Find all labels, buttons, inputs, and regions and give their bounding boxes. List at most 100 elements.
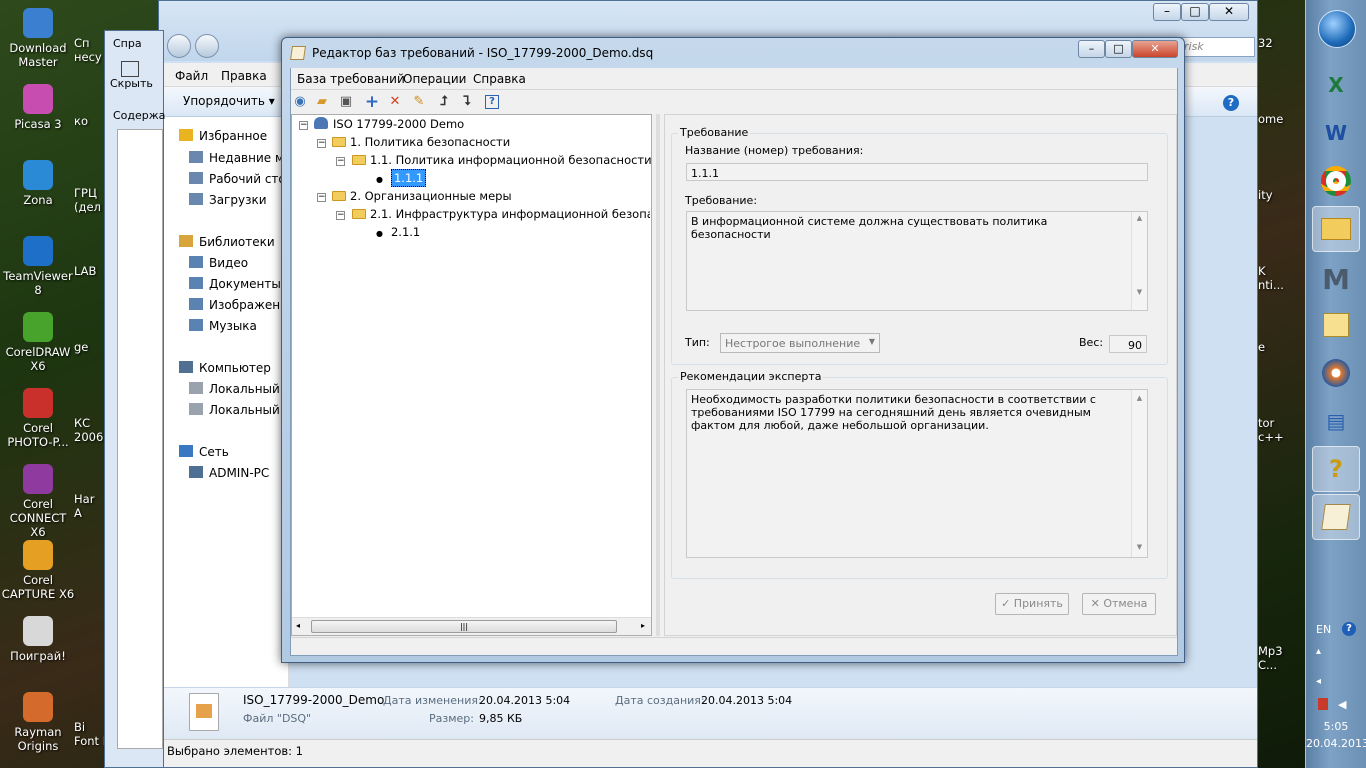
desktop-icon-4[interactable]: TeamViewer 8 [1, 236, 75, 297]
desktop-icon-2[interactable]: Picasa 3 [1, 84, 75, 131]
organize-button[interactable]: Упорядочить ▾ [183, 94, 275, 108]
desktop-icon-partial[interactable]: Mp3 C... [1258, 644, 1302, 672]
expert-text-field[interactable]: Необходимость разработки политики безопа… [686, 389, 1148, 558]
menu-database[interactable]: База требований [297, 72, 405, 86]
desktop-icon-partial[interactable]: tor c++ [1258, 416, 1302, 444]
tree-hscroll-thumb[interactable]: ||| [311, 620, 617, 633]
desktop-icon-partial[interactable]: Har A [74, 492, 108, 520]
search-input[interactable]: risk [1179, 37, 1255, 57]
clock-date[interactable]: 20.04.2013 [1306, 737, 1366, 750]
desktop-icon-partial[interactable]: ко [74, 114, 108, 128]
nav-computer[interactable]: Компьютер [179, 361, 271, 375]
requirements-tree[interactable]: − ISO 17799-2000 Demo − 1. Политика безо… [291, 114, 652, 636]
weight-field[interactable]: 90 [1109, 335, 1147, 353]
nav-drive-item[interactable]: Локальный [189, 382, 280, 396]
desktop-icon-partial[interactable]: КС 2006 [74, 416, 108, 444]
desktop-icon-10[interactable]: Rayman Origins [1, 692, 75, 753]
nav-favorite-item[interactable]: Недавние м [189, 151, 284, 165]
tray-volume-icon[interactable]: ◀ [1338, 698, 1346, 711]
tray-flag-icon[interactable]: ◂ [1316, 676, 1321, 687]
desktop-icon-partial[interactable]: Bi Font Na... [74, 720, 129, 748]
tree-hscrollbar[interactable]: ◂ ||| ▸ [292, 617, 651, 635]
desktop-icon-partial[interactable]: ity [1258, 188, 1302, 202]
nav-favorites[interactable]: Избранное [179, 129, 267, 143]
desktop-icon-partial[interactable]: ГРЦ (дел [74, 186, 108, 214]
taskbar-editor-icon[interactable] [1312, 494, 1360, 540]
save-database-icon[interactable]: ▣ [338, 94, 354, 110]
delete-icon[interactable]: ✕ [387, 94, 403, 110]
taskbar-app2-icon[interactable]: ▤ [1312, 398, 1360, 444]
taskbar-word-icon[interactable]: W [1312, 110, 1360, 156]
clock-time[interactable]: 5:05 [1306, 720, 1366, 733]
taskbar-help-icon[interactable]: ? [1312, 446, 1360, 492]
add-icon[interactable]: + [364, 94, 380, 111]
close-button[interactable]: ✕ [1132, 40, 1178, 58]
move-down-icon[interactable]: ⮧ [459, 94, 475, 110]
tray-network-icon[interactable] [1318, 698, 1328, 710]
minimize-button[interactable]: – [1078, 40, 1105, 58]
hide-button[interactable]: Скрыть [110, 61, 153, 90]
cancel-button[interactable]: ✕ Отмена [1082, 593, 1156, 615]
start-button[interactable] [1318, 10, 1356, 48]
tree-node-1-1-1[interactable]: ● 1.1.1 [376, 169, 427, 187]
desktop-icon-1[interactable]: Download Master [1, 8, 75, 69]
taskbar-excel-icon[interactable]: X [1312, 62, 1360, 108]
menu-help[interactable]: Справка [473, 72, 526, 86]
desktop-icon-partial[interactable]: 32 [1258, 36, 1302, 50]
tree-root[interactable]: ISO 17799-2000 Demo [314, 117, 464, 131]
desktop-icon-8[interactable]: Corel CAPTURE X6 [1, 540, 75, 601]
explorer-close-button[interactable]: ✕ [1209, 3, 1249, 21]
tray-expand-icon[interactable]: ▴ [1316, 646, 1321, 657]
tree-node-2-1-1[interactable]: ● 2.1.1 [376, 225, 420, 239]
menu-operations[interactable]: Операции [403, 72, 466, 86]
explorer-maximize-button[interactable]: □ [1181, 3, 1209, 21]
type-select[interactable]: Нестрогое выполнение ▼ [720, 333, 880, 353]
maximize-button[interactable]: □ [1105, 40, 1132, 58]
contents-tab[interactable]: Содержа [113, 109, 165, 122]
explorer-menu-edit[interactable]: Правка [221, 69, 267, 83]
desktop-icon-6[interactable]: Corel PHOTO-P... [1, 388, 75, 449]
tree-node-2-1[interactable]: 2.1. Инфраструктура информационной безоп… [352, 207, 650, 221]
language-indicator[interactable]: EN [1316, 623, 1331, 636]
tree-node-1-1[interactable]: 1.1. Политика информационной безопасност… [352, 153, 652, 167]
desktop-icon-3[interactable]: Zona [1, 160, 75, 207]
nav-favorite-item[interactable]: Рабочий сто [189, 172, 286, 186]
tray-help-icon[interactable]: ? [1342, 622, 1356, 636]
explorer-minimize-button[interactable]: – [1153, 3, 1181, 21]
nav-library-item[interactable]: Изображен [189, 298, 280, 312]
forward-button[interactable] [195, 34, 219, 58]
explorer-menu-file[interactable]: Файл [175, 69, 208, 83]
desktop-icon-partial[interactable]: LAB [74, 264, 108, 278]
tree-node-2[interactable]: 2. Организационные меры [332, 189, 512, 203]
tree-node-1[interactable]: 1. Политика безопасности [332, 135, 510, 149]
accept-button[interactable]: ✓ Принять [995, 593, 1069, 615]
desktop-icon-partial[interactable]: ome [1258, 112, 1302, 126]
desktop-icon-7[interactable]: Corel CONNECT X6 [1, 464, 75, 539]
new-database-icon[interactable]: ◉ [292, 94, 308, 110]
nav-library-item[interactable]: Музыка [189, 319, 257, 333]
nav-library-item[interactable]: Документы [189, 277, 281, 291]
help-icon[interactable]: ? [485, 95, 499, 109]
move-up-icon[interactable]: ⮥ [436, 94, 452, 110]
taskbar-m-icon[interactable]: M [1312, 256, 1360, 302]
desktop-icon-partial[interactable]: e [1258, 340, 1302, 354]
desktop-icon-9[interactable]: Поиграй! [1, 616, 75, 663]
nav-library-item[interactable]: Видео [189, 256, 248, 270]
taskbar-explorer-icon[interactable] [1312, 206, 1360, 252]
nav-network-item[interactable]: ADMIN-PC [189, 466, 269, 480]
taskbar-chrome-icon[interactable] [1312, 158, 1360, 204]
requirement-text-field[interactable]: В информационной системе должна существо… [686, 211, 1148, 311]
desktop-icon-5[interactable]: CorelDRAW X6 [1, 312, 75, 373]
edit-icon[interactable]: ✎ [411, 94, 427, 110]
nav-libraries[interactable]: Библиотеки [179, 235, 275, 249]
open-database-icon[interactable]: ▰ [314, 94, 330, 110]
requirement-name-field[interactable]: 1.1.1 [686, 163, 1148, 181]
nav-network[interactable]: Сеть [179, 445, 229, 459]
desktop-icon-partial[interactable]: K nti... [1258, 264, 1302, 292]
help-icon[interactable]: ? [1223, 95, 1239, 111]
desktop-icon-partial[interactable]: ge [74, 340, 108, 354]
nav-drive-item[interactable]: Локальный [189, 403, 280, 417]
back-button[interactable] [167, 34, 191, 58]
taskbar-app1-icon[interactable] [1312, 302, 1360, 348]
taskbar-media-icon[interactable] [1312, 350, 1360, 396]
